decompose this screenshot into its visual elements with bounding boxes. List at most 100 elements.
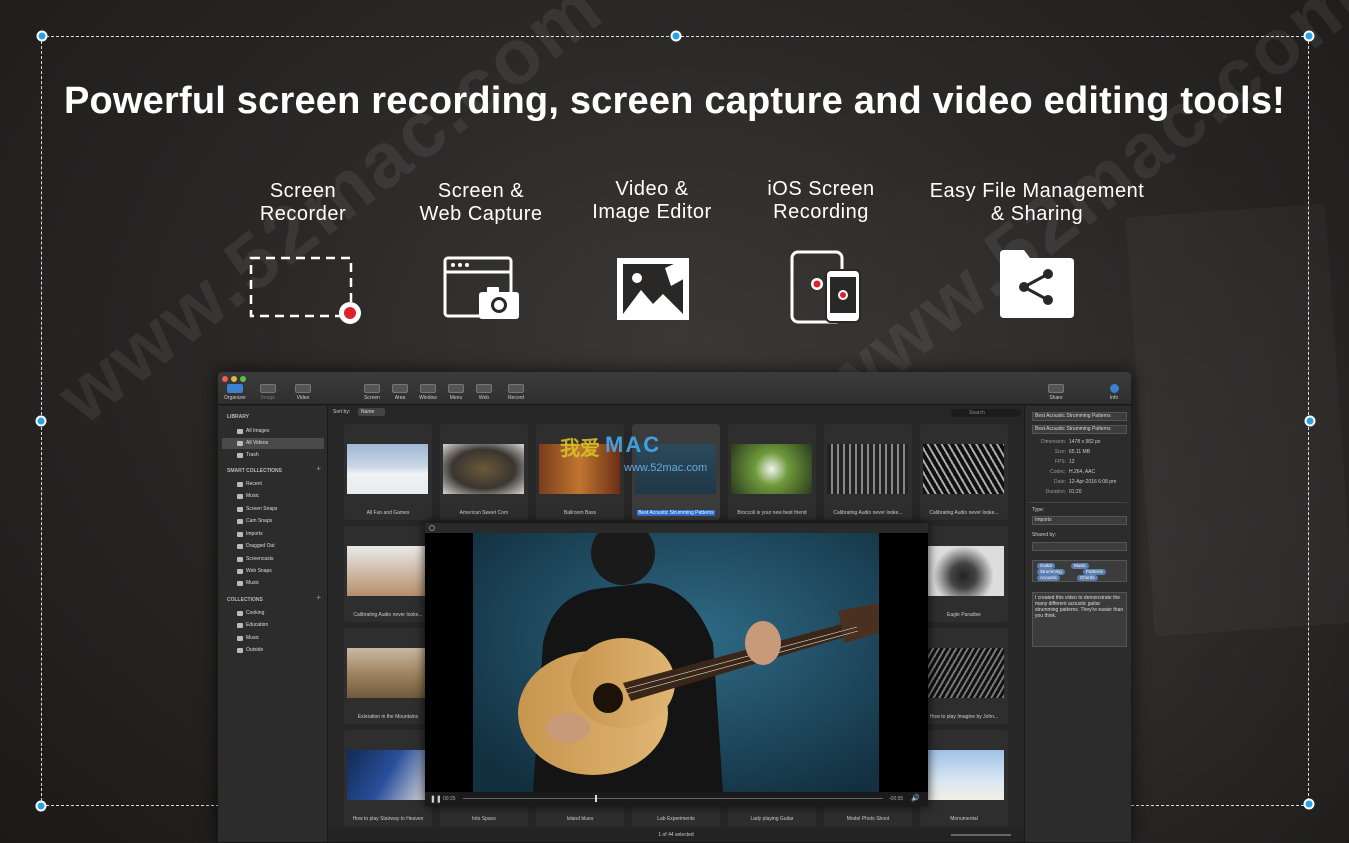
- date-row: Date: 12-Apr-2016 6:08 pm: [1054, 479, 1117, 485]
- share-folder-icon: [1000, 250, 1074, 318]
- area-capture-button[interactable]: Area: [385, 384, 415, 401]
- type-select[interactable]: Imports: [1032, 516, 1127, 525]
- images-icon: [237, 429, 243, 434]
- sidebar-item-cooking[interactable]: Cooking: [222, 608, 324, 619]
- sidebar-item-trash[interactable]: Trash: [222, 450, 324, 461]
- media-caption: Island blues: [566, 816, 594, 822]
- image-button[interactable]: Image: [253, 384, 283, 401]
- logo-url-text: www.52mac.com: [624, 462, 708, 474]
- media-item[interactable]: How to play Imagine by John...: [920, 628, 1008, 724]
- screen-icon: [364, 384, 380, 393]
- resize-handle-right[interactable]: [1304, 415, 1316, 427]
- sidebar-item-imports[interactable]: Imports: [222, 529, 324, 540]
- media-item[interactable]: All Fun and Games: [344, 424, 432, 520]
- media-item[interactable]: Calibrating Audio never looke...: [920, 424, 1008, 520]
- media-caption: How to play Imagine by John...: [929, 714, 999, 720]
- media-thumbnail: [347, 648, 428, 698]
- add-collection-button[interactable]: +: [316, 593, 321, 602]
- media-caption: Exloration in the Mountains: [357, 714, 419, 720]
- media-item[interactable]: Monumental: [920, 730, 1008, 826]
- selection-status: 1 of 44 selected: [658, 832, 694, 838]
- browser-camera-icon: [443, 256, 519, 319]
- folder-icon: [237, 494, 243, 499]
- fps-row: FPS: 12: [1054, 459, 1075, 465]
- sidebar-item-recent[interactable]: Recent: [222, 479, 324, 490]
- resize-handle-left[interactable]: [35, 415, 47, 427]
- video-player[interactable]: ❚❚ 00:25 -00:55 🔊: [425, 523, 928, 806]
- description-field[interactable]: I created this video to demonstrate the …: [1032, 592, 1127, 647]
- title-field[interactable]: Best Acoustic Strumming Patterns: [1032, 412, 1127, 421]
- info-button[interactable]: Info: [1099, 384, 1129, 401]
- collections-header: COLLECTIONS: [227, 597, 263, 603]
- media-caption: Into Space: [472, 816, 496, 822]
- tags-field[interactable]: Guitar Music Strumming Patterns Acoustic…: [1032, 560, 1127, 582]
- sidebar-item-dragged-out[interactable]: Dragged Out: [222, 541, 324, 552]
- close-player-icon[interactable]: [429, 525, 435, 531]
- sidebar-item-music[interactable]: Music: [222, 491, 324, 502]
- library-header: LIBRARY: [227, 414, 250, 420]
- resize-handle-bottom-right[interactable]: [1303, 798, 1315, 810]
- record-button[interactable]: Record: [501, 384, 531, 401]
- collection-icon: [237, 611, 243, 616]
- media-caption: American Sweet Corn: [459, 510, 509, 516]
- shared-by-field[interactable]: [1032, 542, 1127, 551]
- media-item[interactable]: Calibrating Audio never looke...: [344, 526, 432, 622]
- web-capture-button[interactable]: Web: [469, 384, 499, 401]
- zoom-window-button[interactable]: [240, 376, 246, 382]
- screen-capture-button[interactable]: Screen: [357, 384, 387, 401]
- window-capture-button[interactable]: Window: [413, 384, 443, 401]
- sidebar-item-music-2[interactable]: Music: [222, 578, 324, 589]
- resize-handle-top-right[interactable]: [1303, 30, 1315, 42]
- resize-handle-bottom-left[interactable]: [35, 800, 47, 812]
- web-icon: [476, 384, 492, 393]
- folder-icon: [237, 507, 243, 512]
- sidebar-item-web-snaps[interactable]: Web Snaps: [222, 566, 324, 577]
- media-thumbnail: [923, 444, 1004, 494]
- name-field[interactable]: Best Acoustic Strumming Patterns: [1032, 425, 1127, 434]
- media-thumbnail: [443, 444, 524, 494]
- sidebar-item-music-collection[interactable]: Music: [222, 633, 324, 644]
- search-input[interactable]: Search: [951, 409, 1021, 417]
- minimize-window-button[interactable]: [231, 376, 237, 382]
- resize-handle-top-left[interactable]: [36, 30, 48, 42]
- sidebar-item-cam-snaps[interactable]: Cam Snaps: [222, 516, 324, 527]
- sidebar-item-education[interactable]: Education: [222, 620, 324, 631]
- sidebar-item-all-videos[interactable]: All Videos: [222, 438, 324, 449]
- media-item[interactable]: Calibrating Audio never looke...: [824, 424, 912, 520]
- zoom-slider[interactable]: [951, 834, 1011, 836]
- sort-select[interactable]: Name: [358, 408, 385, 416]
- tag[interactable]: Chords: [1077, 575, 1098, 581]
- status-bar: 1 of 44 selected: [329, 828, 1023, 842]
- media-item[interactable]: Eagle Paradise: [920, 526, 1008, 622]
- tag[interactable]: Acoustic: [1037, 575, 1061, 581]
- media-caption: Best Acoustic Strumming Patterns: [637, 510, 715, 516]
- sidebar-item-screencasts[interactable]: Screencasts: [222, 554, 324, 565]
- sidebar-item-all-images[interactable]: All Images: [222, 426, 324, 437]
- close-window-button[interactable]: [222, 376, 228, 382]
- scrubber-handle[interactable]: [595, 795, 597, 802]
- video-button[interactable]: Video: [288, 384, 318, 401]
- add-smart-collection-button[interactable]: +: [316, 464, 321, 473]
- sidebar-item-screen-snaps[interactable]: Screen Snaps: [222, 504, 324, 515]
- pause-icon[interactable]: ❚❚: [430, 795, 442, 803]
- playback-scrubber[interactable]: [463, 798, 883, 799]
- collection-icon: [237, 648, 243, 653]
- volume-icon[interactable]: 🔊: [911, 794, 920, 802]
- menu-icon: [448, 384, 464, 393]
- media-caption: All Fun and Games: [366, 510, 410, 516]
- resize-handle-top[interactable]: [670, 30, 682, 42]
- media-item[interactable]: American Sweet Corn: [440, 424, 528, 520]
- organizer-button[interactable]: Organizer: [220, 384, 250, 401]
- sort-bar: Sort by: Name Search: [329, 406, 1023, 418]
- media-item[interactable]: How to play Stairway to Heaven: [344, 730, 432, 826]
- menu-capture-button[interactable]: Menu: [441, 384, 471, 401]
- collection-icon: [237, 636, 243, 641]
- sidebar-item-outside[interactable]: Outside: [222, 645, 324, 656]
- media-thumbnail: [347, 750, 428, 800]
- videos-icon: [237, 441, 243, 446]
- media-item[interactable]: Broccoli is your new best friend: [728, 424, 816, 520]
- dashed-rect-record-icon: [249, 256, 361, 324]
- share-button[interactable]: Share: [1041, 384, 1071, 401]
- media-item[interactable]: Exloration in the Mountains: [344, 628, 432, 724]
- record-icon: [508, 384, 524, 393]
